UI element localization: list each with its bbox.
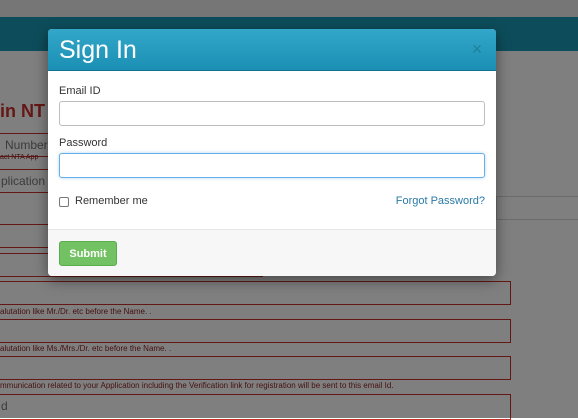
close-button[interactable]: × (470, 39, 484, 59)
sign-in-modal: Sign In × Email ID Password Remember me … (48, 29, 496, 276)
forgot-password-link[interactable]: Forgot Password? (396, 195, 485, 207)
password-input[interactable] (59, 153, 485, 178)
remember-me-label[interactable]: Remember me (75, 195, 148, 207)
modal-footer: Submit (48, 229, 496, 276)
submit-button[interactable]: Submit (59, 241, 117, 266)
modal-header: Sign In × (48, 29, 496, 71)
password-label: Password (59, 137, 108, 149)
close-icon: × (471, 39, 483, 59)
modal-title: Sign In (59, 36, 137, 64)
email-label: Email ID (59, 85, 101, 97)
email-input[interactable] (59, 101, 485, 126)
modal-body: Email ID Password Remember me Forgot Pas… (48, 71, 496, 229)
remember-me-checkbox[interactable] (59, 197, 69, 207)
